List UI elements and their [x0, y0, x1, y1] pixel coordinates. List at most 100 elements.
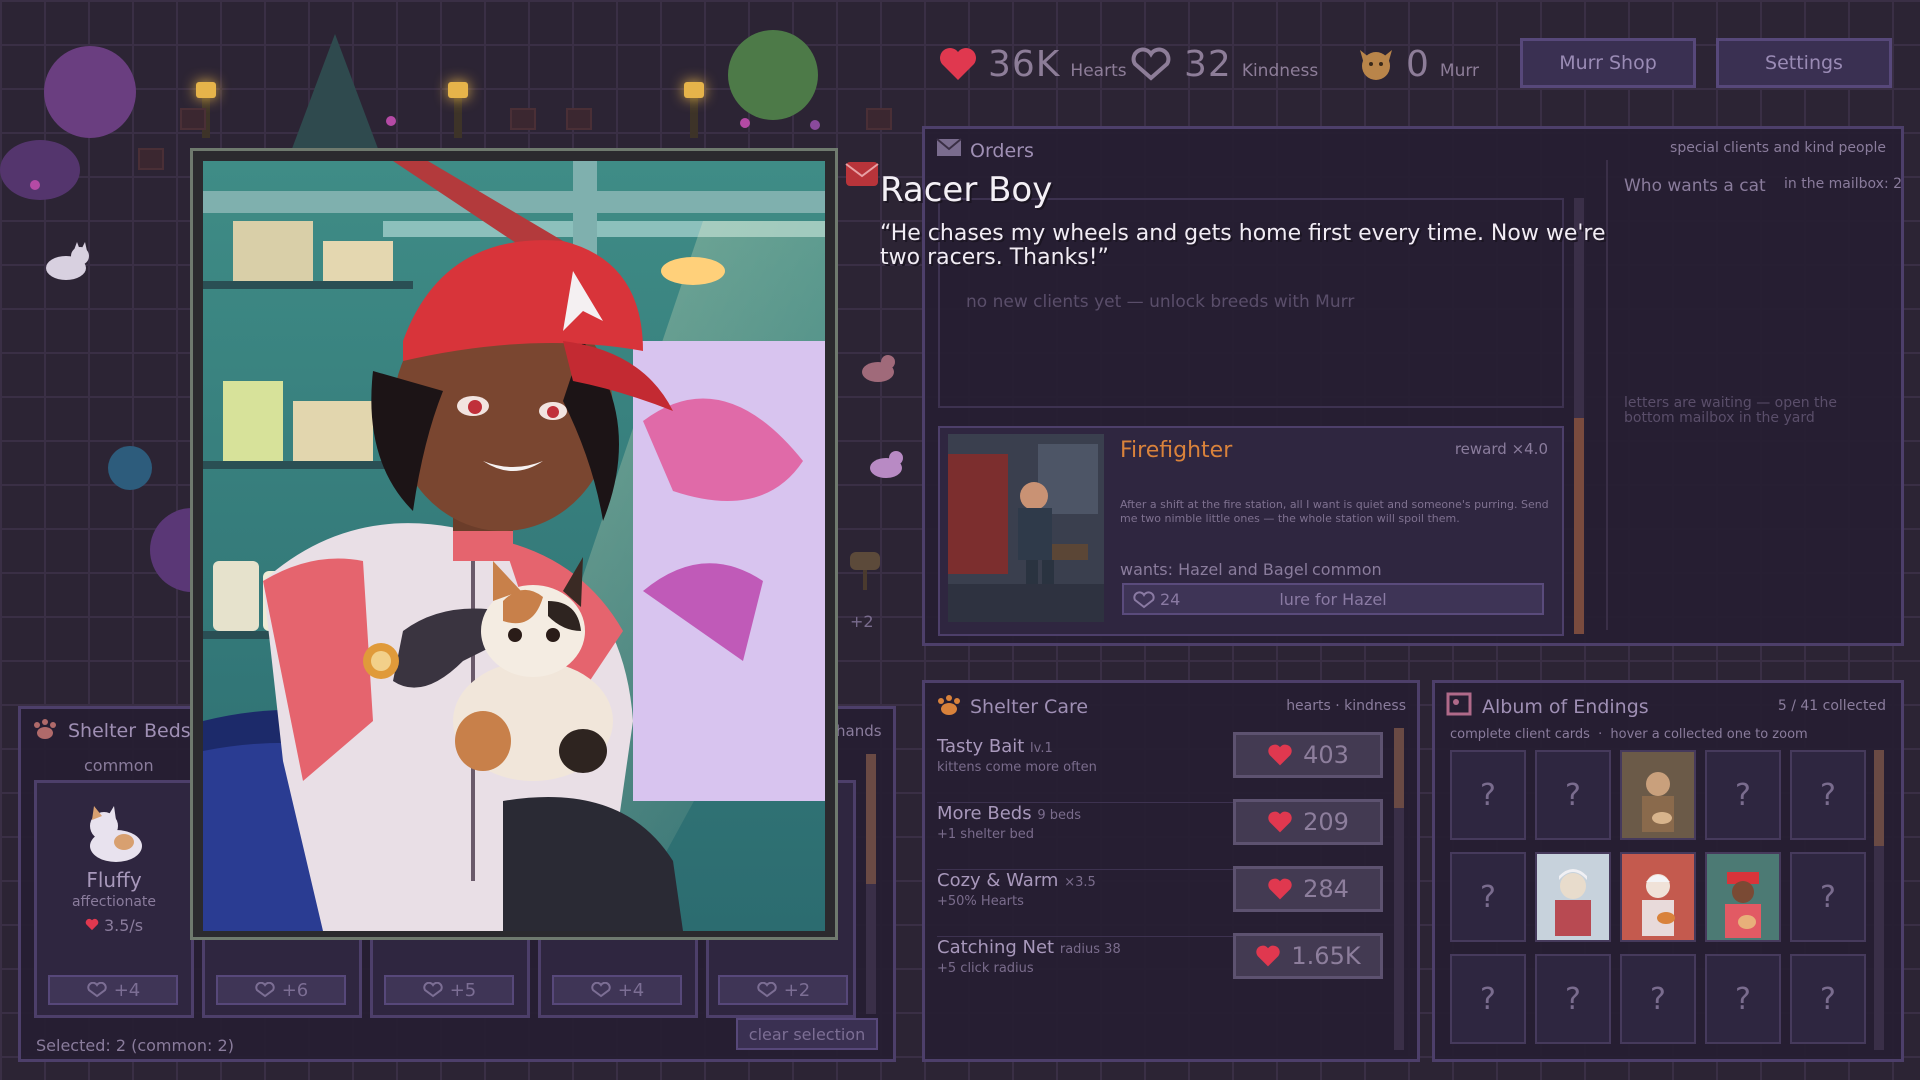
upgrade-catching-net: Catching Net radius 38 +5 click radius 1…	[937, 933, 1383, 1003]
floor-crate	[180, 108, 206, 130]
upgrade-tag: 9 beds	[1037, 808, 1081, 823]
heart-icon	[1256, 945, 1281, 967]
upgrade-tag: ×3.5	[1064, 875, 1096, 890]
album-slot-locked[interactable]: ?	[1705, 750, 1781, 840]
mailbox-count-label: +2	[850, 612, 874, 631]
upgrade-tag: lv.1	[1030, 741, 1053, 756]
album-slot-collected[interactable]	[1535, 852, 1611, 942]
album-hint-complete: complete client cards	[1450, 727, 1590, 742]
shelter-care-scrollbar[interactable]	[1394, 728, 1404, 1050]
bed-kindness-button[interactable]: +4	[552, 975, 682, 1005]
flower	[740, 118, 750, 128]
heart-icon	[1268, 878, 1292, 900]
legend-hearts: hearts	[1286, 698, 1331, 714]
wandering-cat-icon[interactable]	[40, 240, 92, 284]
wandering-cat-icon[interactable]	[858, 350, 898, 386]
settings-button[interactable]: Settings	[1716, 38, 1892, 88]
legend-kindness: kindness	[1344, 698, 1406, 714]
wandering-cat-icon[interactable]	[866, 446, 906, 482]
murr-shop-button[interactable]: Murr Shop	[1520, 38, 1696, 88]
legend-separator: ·	[1335, 698, 1340, 714]
heart-icon	[1268, 811, 1292, 833]
envelope-icon	[936, 138, 962, 156]
kindness-hands-icon	[591, 982, 611, 998]
upgrade-description: kittens come more often	[937, 760, 1097, 775]
paw-icon	[938, 695, 960, 715]
empty-clients-text: no new clients yet — unlock breeds with …	[966, 292, 1355, 312]
cat-sprite	[90, 806, 142, 862]
album-title: Album of Endings	[1482, 696, 1649, 718]
bed-kindness-button[interactable]: +5	[384, 975, 514, 1005]
hearts-label: Hearts	[1070, 61, 1127, 81]
flower	[386, 116, 396, 126]
album-slot-locked[interactable]: ?	[1535, 750, 1611, 840]
ending-thumbnail	[1537, 854, 1609, 940]
clear-selection-button[interactable]: clear selection	[736, 1018, 878, 1050]
album-hint: complete client cards · hover a collecte…	[1450, 727, 1808, 742]
upgrade-more-beds: More Beds 9 beds +1 shelter bed 209	[937, 799, 1383, 870]
album-slot-collected[interactable]	[1620, 750, 1696, 840]
lamp-post	[448, 82, 468, 138]
paw-icon	[34, 719, 56, 739]
kindness-hands-icon	[1131, 47, 1171, 81]
floor-crate	[510, 108, 536, 130]
upgrade-name: Catching Net radius 38	[937, 937, 1121, 958]
murr-value: 0	[1406, 44, 1430, 85]
album-slot-locked[interactable]: ?	[1450, 852, 1526, 942]
hearts-counter: 36K Hearts	[938, 40, 1127, 85]
mailbox-count: in the mailbox: 2	[1784, 176, 1903, 192]
buy-upgrade-button[interactable]: 403	[1233, 732, 1383, 778]
album-scrollbar[interactable]	[1874, 750, 1884, 1050]
photo-album-icon	[1446, 692, 1472, 716]
ending-popup[interactable]	[190, 148, 838, 940]
order-card-name: Firefighter	[1120, 438, 1233, 463]
heart-icon	[85, 918, 99, 931]
album-slot-collected[interactable]	[1620, 852, 1696, 942]
album-slot-locked[interactable]: ?	[1450, 954, 1526, 1044]
album-slot-locked[interactable]: ?	[1790, 852, 1866, 942]
mail-badge-icon	[845, 162, 879, 186]
upgrade-cost: 1.65K	[1291, 942, 1361, 970]
album-slot-locked[interactable]: ?	[1535, 954, 1611, 1044]
kindness-value: 32	[1184, 44, 1232, 85]
album-hint-hover: hover a collected one to zoom	[1610, 727, 1808, 742]
order-card-description: After a shift at the fire station, all I…	[1120, 498, 1549, 525]
upgrade-cozy-warm: Cozy & Warm ×3.5 +50% Hearts 284	[937, 866, 1383, 937]
orders-title: Orders	[970, 140, 1034, 162]
floor-crate	[138, 148, 164, 170]
album-slot-locked[interactable]: ?	[1705, 954, 1781, 1044]
kindness-hands-icon	[423, 982, 443, 998]
shelter-title: Shelter	[68, 720, 137, 742]
cat-rate: 3.5/s	[34, 916, 194, 935]
murr-counter: 0 Murr	[1356, 40, 1479, 85]
bed-kindness-button[interactable]: +6	[216, 975, 346, 1005]
buy-upgrade-button[interactable]: 209	[1233, 799, 1383, 845]
flower	[810, 120, 820, 130]
ending-thumbnail	[1622, 752, 1694, 838]
upgrade-name: More Beds 9 beds	[937, 803, 1081, 824]
album-slot-locked[interactable]: ?	[1790, 750, 1866, 840]
shelter-care-title: Shelter Care	[970, 696, 1089, 718]
album-slot-locked[interactable]: ?	[1620, 954, 1696, 1044]
shelter-scrollbar[interactable]	[866, 754, 876, 1014]
album-slot-locked[interactable]: ?	[1790, 954, 1866, 1044]
album-slot-collected[interactable]	[1705, 852, 1781, 942]
shelter-care-legend: hearts · kindness	[1270, 698, 1406, 714]
album-slot-locked[interactable]: ?	[1450, 750, 1526, 840]
murr-label: Murr	[1439, 61, 1480, 81]
buy-upgrade-button[interactable]: 1.65K	[1233, 933, 1383, 979]
order-card-separator: ·	[1296, 560, 1302, 579]
buy-upgrade-button[interactable]: 284	[1233, 866, 1383, 912]
racer-boy-illustration	[203, 161, 825, 931]
bed-kindness-button[interactable]: +2	[718, 975, 848, 1005]
floor-crate	[866, 108, 892, 130]
upgrade-cost: 284	[1303, 875, 1349, 903]
mailbox-icon[interactable]	[846, 546, 886, 590]
lure-button[interactable]: 24 lure for Hazel	[1122, 583, 1544, 615]
upgrade-description: +50% Hearts	[937, 894, 1024, 909]
heart-icon	[940, 48, 976, 80]
kindness-hands-icon	[757, 982, 777, 998]
green-tree	[728, 30, 818, 120]
bed-kindness-button[interactable]: +4	[48, 975, 178, 1005]
cat-trait: affectionate	[71, 894, 157, 910]
